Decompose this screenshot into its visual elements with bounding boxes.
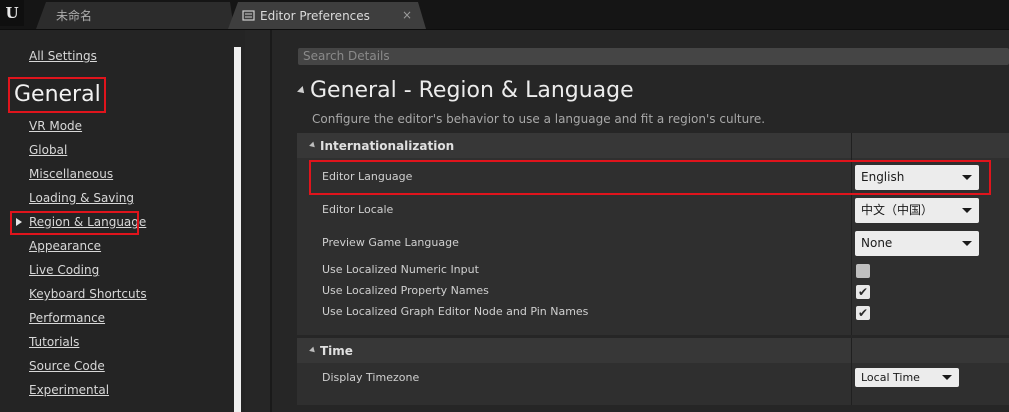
checkmark-icon: ✔ [857, 306, 869, 320]
property-label: Use Localized Property Names [322, 284, 489, 297]
category-header-time[interactable] [297, 338, 1009, 363]
sidebar-item-live-coding[interactable]: Live Coding [29, 263, 99, 277]
preferences-icon [242, 9, 255, 22]
tab-label: 未命名 [56, 9, 93, 23]
search-input[interactable]: Search Details [298, 48, 1009, 65]
property-label: Use Localized Numeric Input [322, 263, 479, 276]
combo-value: None [861, 236, 893, 250]
localized-numeric-input-checkbox[interactable] [856, 264, 870, 278]
sidebar-item-source-code[interactable]: Source Code [29, 359, 105, 373]
localized-property-names-checkbox[interactable]: ✔ [856, 285, 870, 299]
highlight-box-editor-language [309, 160, 991, 195]
category-title: Time [320, 344, 353, 358]
combo-value: Local Time [861, 371, 920, 384]
preview-game-language-combo[interactable]: None [855, 231, 979, 256]
sidebar-item-global[interactable]: Global [29, 143, 67, 157]
editor-locale-combo[interactable]: 中文（中国） [855, 198, 979, 223]
category-title: Internationalization [320, 139, 455, 153]
unreal-logo-icon[interactable]: U [0, 0, 24, 26]
chevron-down-icon [962, 241, 972, 246]
column-divider[interactable] [851, 338, 852, 405]
property-label: Editor Locale [322, 203, 394, 216]
sidebar-item-loading-saving[interactable]: Loading & Saving [29, 191, 134, 205]
tab-label: Editor Preferences [260, 8, 370, 23]
chevron-down-icon [942, 375, 952, 380]
sidebar-item-performance[interactable]: Performance [29, 311, 105, 325]
tab-bar: U 未命名 Editor Preferences × [0, 0, 1009, 30]
sidebar-item-keyboard-shortcuts[interactable]: Keyboard Shortcuts [29, 287, 147, 301]
sidebar-item-appearance[interactable]: Appearance [29, 239, 101, 253]
property-label: Preview Game Language [322, 236, 459, 249]
property-label: Use Localized Graph Editor Node and Pin … [322, 305, 589, 318]
sidebar-scrollbar[interactable] [234, 47, 241, 412]
close-icon[interactable]: × [402, 8, 412, 22]
page-description: Configure the editor's behavior to use a… [312, 112, 766, 126]
sidebar-item-miscellaneous[interactable]: Miscellaneous [29, 167, 113, 181]
chevron-down-icon [962, 208, 972, 213]
all-settings-link[interactable]: All Settings [29, 49, 97, 63]
display-timezone-combo[interactable]: Local Time [855, 368, 959, 387]
highlight-box-general [8, 77, 106, 113]
tab-untitled[interactable]: 未命名 [36, 2, 234, 29]
checkmark-icon: ✔ [857, 285, 869, 299]
tab-editor-preferences[interactable]: Editor Preferences × [228, 2, 426, 29]
property-label: Display Timezone [322, 371, 420, 384]
sidebar-item-experimental[interactable]: Experimental [29, 383, 109, 397]
page-title: General - Region & Language [310, 78, 634, 103]
combo-value: 中文（中国） [861, 203, 934, 217]
sidebar-item-vr-mode[interactable]: VR Mode [29, 119, 82, 133]
localized-graph-editor-names-checkbox[interactable]: ✔ [856, 306, 870, 320]
highlight-box-region-language [10, 211, 139, 235]
sidebar-item-tutorials[interactable]: Tutorials [29, 335, 79, 349]
